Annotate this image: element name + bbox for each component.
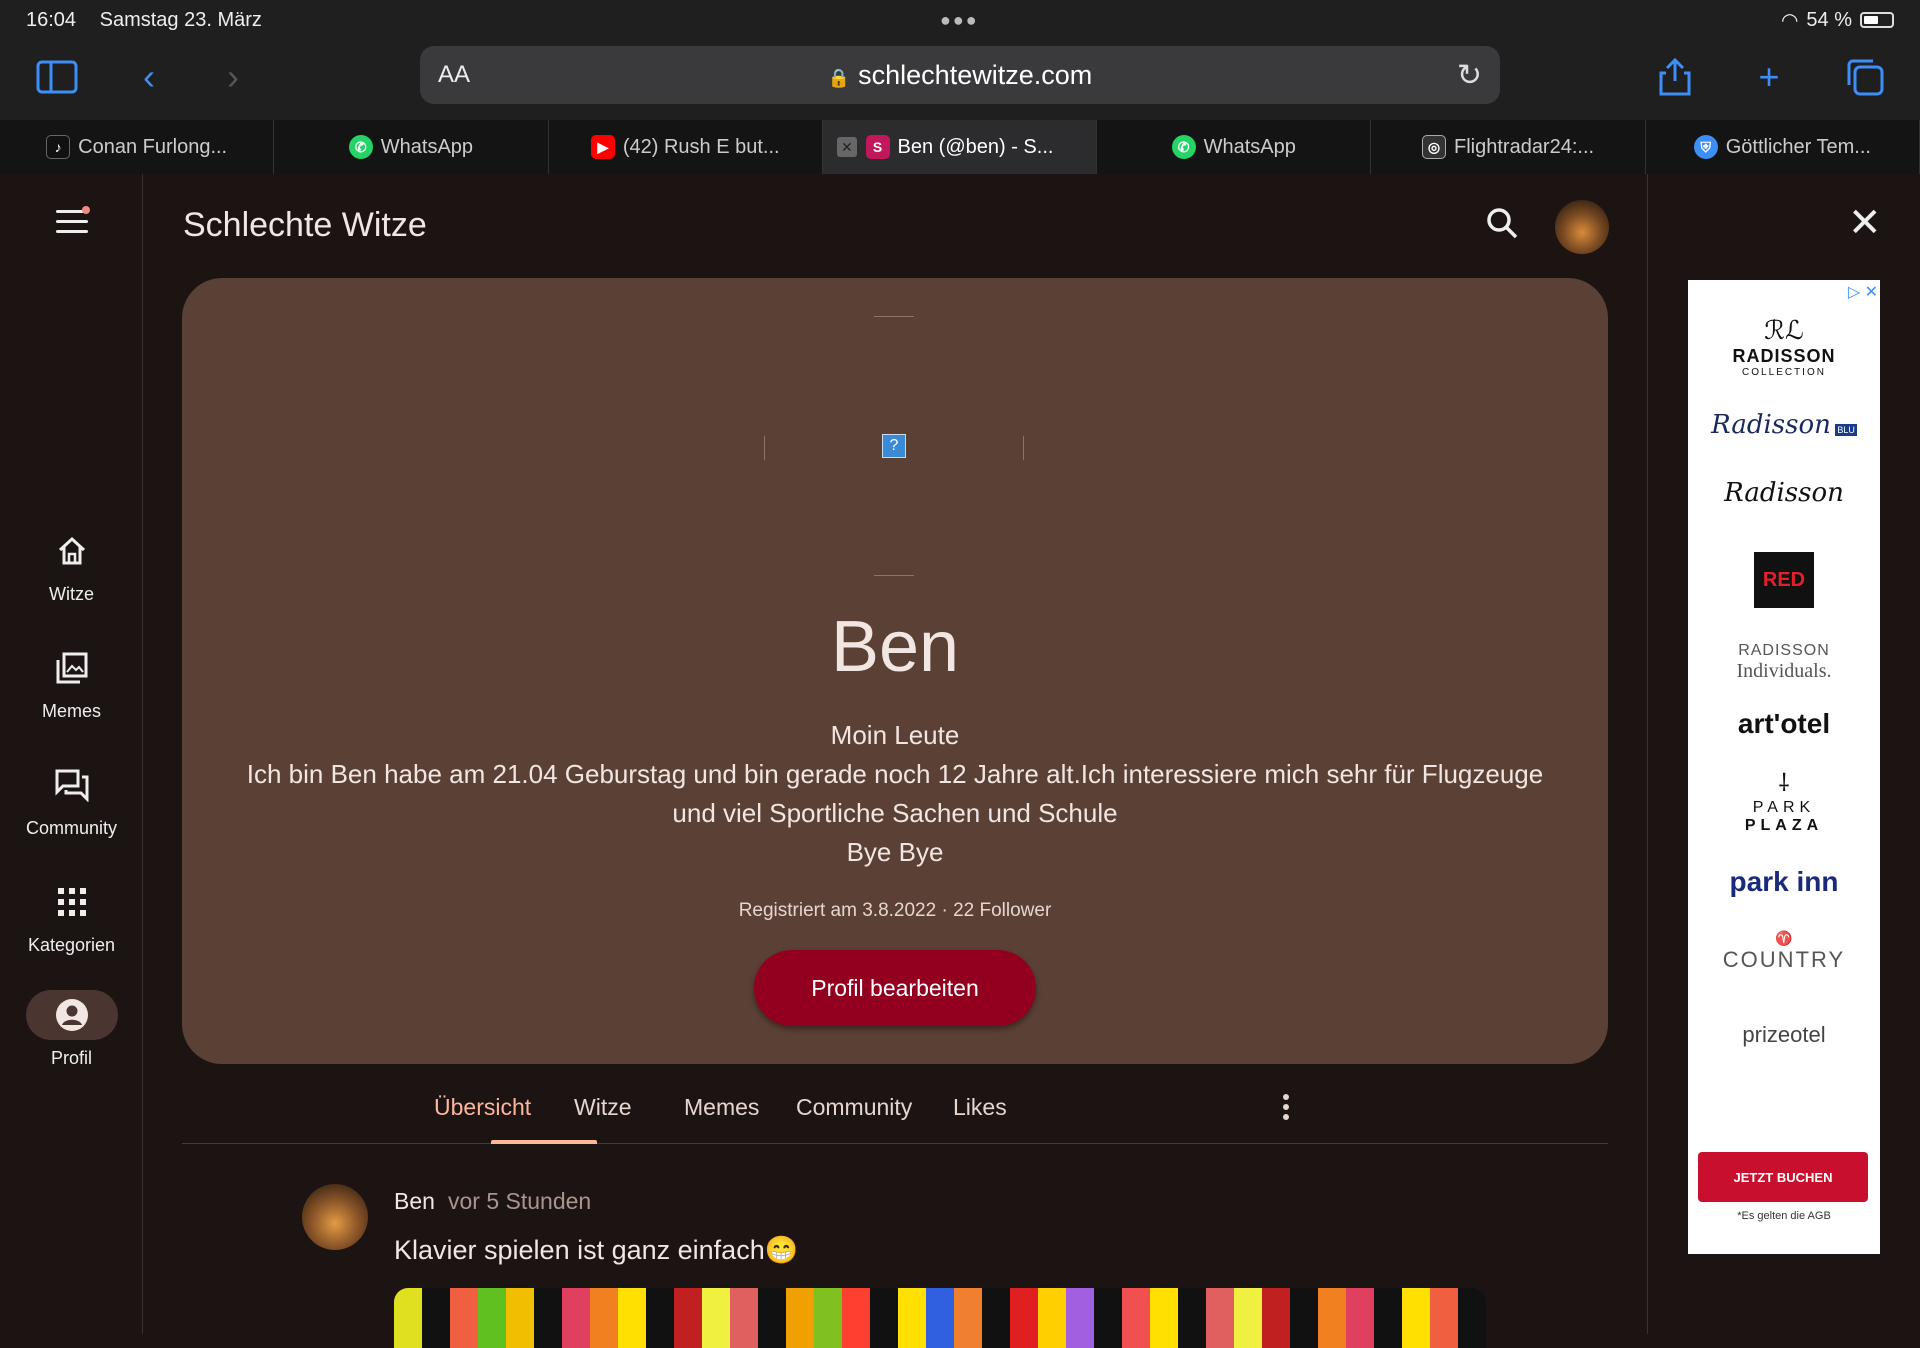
browser-tab-active[interactable]: ✕ S Ben (@ben) - S... xyxy=(822,120,1098,174)
tab-memes[interactable]: Memes xyxy=(684,1094,759,1121)
whatsapp-icon: ✆ xyxy=(1171,135,1196,159)
post-media-image[interactable] xyxy=(394,1288,1486,1348)
battery-percent: 54 % xyxy=(1806,8,1852,31)
nav-label: Community xyxy=(25,818,118,838)
ad-fine-print: *Es gelten die AGB xyxy=(1737,1210,1831,1222)
close-tab-icon[interactable]: ✕ xyxy=(836,137,857,157)
forum-icon xyxy=(0,760,143,810)
ad-logo-radisson-individuals: RADISSON Individuals. xyxy=(1736,642,1832,682)
status-date: Samstag 23. März xyxy=(99,8,262,31)
advertisement[interactable]: ▷ ✕ ℛℒ RADISSON COLLECTION Radisson BLU … xyxy=(1688,280,1880,1254)
lock-icon: 🔒 xyxy=(827,67,851,88)
tab-community[interactable]: Community xyxy=(796,1094,912,1121)
nav-label: Profil xyxy=(50,1048,92,1068)
user-avatar[interactable] xyxy=(1555,200,1609,254)
post-time: vor 5 Stunden xyxy=(448,1188,592,1214)
shield-icon: ⛨ xyxy=(1693,135,1718,159)
ad-logo-radisson-red: RED xyxy=(1688,552,1880,608)
profile-name: Ben xyxy=(830,607,960,687)
ad-logo-prizeotel: prizeotel xyxy=(1742,1022,1826,1047)
nav-item-kategorien[interactable]: Kategorien xyxy=(0,877,143,956)
browser-tab[interactable]: ⛨ Göttlicher Tem... xyxy=(1646,120,1920,174)
browser-toolbar: ‹ › AA 🔒 schlechtewitze.com ↻ + xyxy=(0,40,1920,120)
browser-tab[interactable]: ◎ Flightradar24:... xyxy=(1371,120,1646,174)
site-s-icon: S xyxy=(865,135,890,159)
profile-tabs: Übersicht Witze Memes Community Likes xyxy=(182,1064,1608,1144)
nav-item-memes[interactable]: Memes xyxy=(0,643,143,722)
sidebar-toggle-icon[interactable] xyxy=(32,52,82,102)
url-display[interactable]: 🔒 schlechtewitze.com xyxy=(420,60,1500,91)
more-options-icon[interactable] xyxy=(1283,1094,1289,1124)
whatsapp-icon: ✆ xyxy=(348,135,373,159)
broken-image-icon: ? xyxy=(882,434,906,458)
nav-item-profil[interactable]: Profil xyxy=(0,990,143,1069)
forward-icon[interactable]: › xyxy=(208,52,258,102)
status-time: 16:04 xyxy=(26,8,77,31)
reload-icon[interactable]: ↻ xyxy=(1457,58,1482,93)
ad-panel: ✕ ▷ ✕ ℛℒ RADISSON COLLECTION Radisson BL… xyxy=(1647,174,1920,1334)
ad-logo-country-inn: ♈ COUNTRY xyxy=(1722,930,1846,972)
status-left: 16:04 Samstag 23. März xyxy=(26,9,280,32)
ad-logo-radisson-collection: ℛℒ RADISSON COLLECTION xyxy=(1732,316,1836,378)
close-icon[interactable]: ✕ xyxy=(1848,200,1882,246)
share-icon[interactable] xyxy=(1650,52,1700,102)
notification-dot xyxy=(82,206,90,214)
url-text: schlechtewitze.com xyxy=(858,59,1093,90)
nav-rail: Witze Memes Community Kategorien Profil xyxy=(0,174,143,1334)
profile-image-placeholder: ? xyxy=(764,316,1024,576)
browser-tab[interactable]: ♪ Conan Furlong... xyxy=(0,120,275,174)
multitasking-dots-icon[interactable]: ●●● xyxy=(940,10,979,31)
new-tab-icon[interactable]: + xyxy=(1744,52,1794,102)
youtube-icon: ▶ xyxy=(590,135,615,159)
nav-item-community[interactable]: Community xyxy=(0,760,143,839)
account-icon xyxy=(25,990,118,1040)
nav-label: Kategorien xyxy=(27,935,116,955)
ad-logo-radisson-blu: Radisson BLU xyxy=(1711,410,1857,440)
home-icon xyxy=(0,526,143,576)
bio-line: Moin Leute xyxy=(830,720,960,750)
ad-logo-park-inn: park inn xyxy=(1729,866,1839,897)
profile-bio: Moin Leute Ich bin Ben habe am 21.04 Geb… xyxy=(222,716,1568,872)
grid-icon xyxy=(0,877,143,927)
profile-meta: Registriert am 3.8.2022 · 22 Follower xyxy=(738,900,1052,921)
nav-label: Memes xyxy=(41,701,101,721)
post-avatar[interactable] xyxy=(302,1184,368,1250)
edit-profile-button[interactable]: Profil bearbeiten xyxy=(754,950,1036,1026)
browser-tab[interactable]: ✆ WhatsApp xyxy=(1097,120,1372,174)
gallery-icon xyxy=(0,643,143,693)
post-author[interactable]: Ben xyxy=(394,1188,435,1215)
tiktok-icon: ♪ xyxy=(46,135,71,159)
browser-tab[interactable]: ✆ WhatsApp xyxy=(274,120,549,174)
tabs-overview-icon[interactable] xyxy=(1840,52,1890,102)
status-right: ◠ 54 % xyxy=(1781,8,1894,33)
bio-line: Bye Bye xyxy=(846,837,944,867)
tab-likes[interactable]: Likes xyxy=(953,1094,1007,1121)
address-bar[interactable]: AA 🔒 schlechtewitze.com ↻ xyxy=(420,46,1500,104)
ad-logo-artotel: art'otel xyxy=(1737,708,1831,739)
tab-uebersicht[interactable]: Übersicht xyxy=(434,1094,531,1121)
flightradar-icon: ◎ xyxy=(1422,135,1446,159)
main-content: Schlechte Witze ? Ben Moin Leute Ich bin… xyxy=(143,174,1647,1348)
ad-logo-park-plaza: ⸸ PARK PLAZA xyxy=(1744,770,1824,834)
back-icon[interactable]: ‹ xyxy=(124,52,174,102)
search-icon[interactable] xyxy=(1485,206,1519,249)
active-tab-indicator xyxy=(491,1140,597,1144)
bio-line: Ich bin Ben habe am 21.04 Geburstag und … xyxy=(246,759,1544,789)
nav-label: Witze xyxy=(49,584,94,604)
browser-tab-bar: ♪ Conan Furlong... ✆ WhatsApp ▶ (42) Rush E… xyxy=(0,120,1920,174)
ad-book-now-button[interactable]: JETZT BUCHEN xyxy=(1698,1152,1868,1202)
profile-card: ? Ben Moin Leute Ich bin Ben habe am 21.… xyxy=(182,278,1608,1064)
wifi-icon: ◠ xyxy=(1780,9,1799,32)
tab-witze[interactable]: Witze xyxy=(574,1094,632,1121)
ad-choices-icon[interactable]: ▷ ✕ xyxy=(1848,282,1878,302)
post-text: Klavier spielen ist ganz einfach😁 xyxy=(394,1235,799,1265)
bio-line: und viel Sportliche Sachen und Schule xyxy=(672,798,1118,828)
status-bar: 16:04 Samstag 23. März ●●● ◠ 54 % xyxy=(0,0,1920,40)
site-title[interactable]: Schlechte Witze xyxy=(183,206,427,245)
browser-tab[interactable]: ▶ (42) Rush E but... xyxy=(549,120,823,174)
nav-item-witze[interactable]: Witze xyxy=(0,526,143,605)
menu-icon[interactable] xyxy=(56,210,88,240)
ad-logo-radisson: Radisson xyxy=(1724,478,1844,508)
battery-icon xyxy=(1860,12,1894,28)
